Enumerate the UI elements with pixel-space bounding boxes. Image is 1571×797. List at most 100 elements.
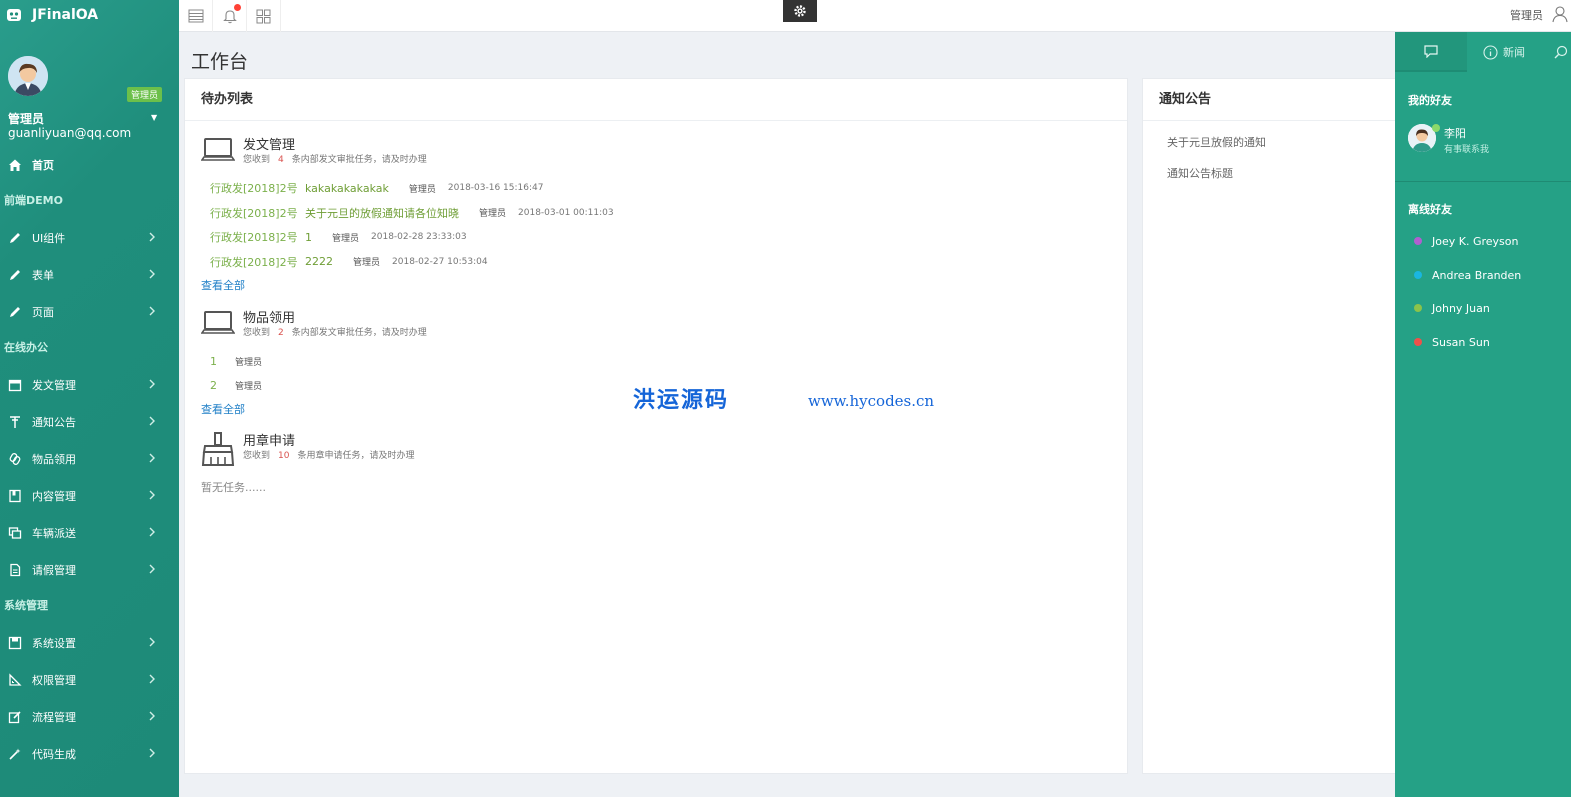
task-row[interactable]: 行政发[2018]2号 关于元旦的放假通知请各位知晓 管理员 2018-03-01 0… [201, 201, 614, 226]
chevron-right-icon [149, 490, 155, 500]
task-user: 管理员 [235, 382, 263, 393]
view-all-link[interactable]: 查看全部 [201, 277, 245, 293]
task-user: 管理员 [408, 184, 436, 195]
antenna-icon [10, 415, 20, 428]
nav-home[interactable]: 首页 [0, 146, 179, 183]
wand-icon [9, 748, 21, 760]
tab-news[interactable]: 新闻 [1483, 32, 1525, 72]
info-icon [1483, 44, 1498, 60]
chevron-right-icon [149, 416, 155, 426]
group-title[interactable]: 物品领用 [243, 307, 295, 326]
offline-friend-item[interactable]: Susan Sun [1414, 335, 1490, 349]
doc-number[interactable]: 行政发[2018]2号 [201, 180, 305, 196]
file-icon [10, 563, 21, 576]
chevron-right-icon [149, 379, 155, 389]
offline-friend-item[interactable]: Andrea Branden [1414, 268, 1521, 282]
nav-dispatch[interactable]: 发文管理 [0, 366, 179, 403]
nav-section-system: 系统管理 [4, 599, 48, 612]
brand[interactable]: JFinalOA [0, 0, 179, 30]
friend-name: Johny Juan [1432, 301, 1490, 315]
tab-search[interactable] [1553, 32, 1569, 72]
view-all-link[interactable]: 查看全部 [201, 401, 245, 417]
nav-vehicles[interactable]: 车辆派送 [0, 514, 179, 551]
calendar-icon [8, 379, 22, 391]
nav-section-office: 在线办公 [4, 341, 48, 354]
chat-sidebar: 新闻 我的好友 李阳 有事联系我 离线好友 Joey K. Greyson An… [1395, 32, 1571, 797]
nav-label: 代码生成 [32, 747, 76, 761]
nav-permissions[interactable]: 权限管理 [0, 661, 179, 698]
nav-label: UI组件 [32, 231, 66, 245]
user-name[interactable]: 管理员 [8, 110, 44, 127]
status-dot [1414, 271, 1422, 279]
group-title[interactable]: 用章申请 [243, 430, 295, 449]
doc-number[interactable]: 2 [201, 379, 235, 392]
todo-panel: 待办列表 发文管理 您收到 4 条内部发文审批任务，请及时办理 行政发[2018]2… [184, 78, 1128, 774]
group-title[interactable]: 发文管理 [243, 134, 295, 153]
doc-number[interactable]: 1 [201, 355, 235, 368]
chevron-right-icon [149, 748, 155, 758]
app-title: JFinalOA [32, 7, 99, 23]
sub-prefix: 您收到 [243, 328, 271, 338]
apps-button[interactable] [247, 0, 281, 32]
nav-forms[interactable]: 表单 [0, 256, 179, 293]
task-row[interactable]: 1 管理员 [201, 349, 274, 374]
settings-button[interactable] [783, 0, 817, 22]
task-user: 管理员 [353, 258, 381, 269]
nav-supplies[interactable]: 物品领用 [0, 440, 179, 477]
status-dot [1414, 304, 1422, 312]
user-email: guanliyuan@qq.com [8, 126, 132, 140]
doc-number[interactable]: 行政发[2018]2号 [201, 229, 305, 245]
edit-icon [8, 710, 21, 723]
task-row[interactable]: 行政发[2018]2号 2222 管理员 2018-02-27 10:53:04 [201, 250, 614, 275]
nav-leave[interactable]: 请假管理 [0, 551, 179, 588]
task-subject[interactable]: 2222 [305, 255, 333, 268]
nav-notices[interactable]: 通知公告 [0, 403, 179, 440]
doc-number[interactable]: 行政发[2018]2号 [201, 254, 305, 270]
notice-panel-title: 通知公告 [1143, 79, 1395, 121]
chat-icon [1424, 45, 1438, 58]
laptop-icon [201, 311, 235, 334]
offline-friend-item[interactable]: Joey K. Greyson [1414, 234, 1518, 248]
nav-label: 通知公告 [32, 415, 76, 429]
task-row[interactable]: 2 管理员 [201, 374, 274, 399]
caret-down-icon[interactable]: ▼ [151, 113, 157, 122]
nav-codegen[interactable]: 代码生成 [0, 735, 179, 772]
nav-label: 表单 [32, 268, 54, 282]
notice-item[interactable]: 通知公告标题 [1143, 158, 1395, 189]
friend-item[interactable]: 李阳 有事联系我 [1408, 124, 1568, 160]
avatar[interactable] [8, 56, 48, 96]
sub-prefix: 您收到 [243, 451, 271, 461]
bars-icon [188, 9, 203, 23]
tab-chat[interactable] [1395, 32, 1467, 72]
task-row[interactable]: 行政发[2018]2号 1 管理员 2018-02-28 23:33:03 [201, 225, 614, 250]
user-profile: 管理员 管理员 ▼ guanliyuan@qq.com [0, 30, 179, 146]
todo-panel-title: 待办列表 [185, 79, 1127, 121]
notice-item[interactable]: 关于元旦放假的通知 [1143, 127, 1395, 158]
task-time: 2018-03-01 00:11:03 [518, 207, 614, 218]
notifications-button[interactable] [213, 0, 247, 32]
nav-pages[interactable]: 页面 [0, 293, 179, 330]
top-user-name[interactable]: 管理员 [1510, 7, 1543, 23]
ruler-icon [9, 672, 22, 686]
task-subject[interactable]: 关于元旦的放假通知请各位知晓 [305, 205, 459, 221]
chevron-right-icon [149, 674, 155, 684]
nav-ui-components[interactable]: UI组件 [0, 219, 179, 256]
nav-settings[interactable]: 系统设置 [0, 624, 179, 661]
sub-suffix: 条内部发文审批任务，请及时办理 [291, 328, 427, 338]
top-bar [179, 0, 1571, 32]
offline-friend-item[interactable]: Johny Juan [1414, 301, 1490, 315]
task-row[interactable]: 行政发[2018]2号 kakakakakakak 管理员 2018-03-16 15… [201, 176, 614, 201]
task-subject[interactable]: 1 [305, 231, 312, 244]
chevron-right-icon [149, 306, 155, 316]
task-list: 行政发[2018]2号 kakakakakakak 管理员 2018-03-16 15… [201, 176, 614, 274]
nav-content[interactable]: 内容管理 [0, 477, 179, 514]
chevron-right-icon [149, 232, 155, 242]
task-subject[interactable]: kakakakakakak [305, 182, 389, 195]
doc-number[interactable]: 行政发[2018]2号 [201, 205, 305, 221]
toggle-sidebar-button[interactable] [179, 0, 213, 32]
user-icon[interactable] [1551, 5, 1569, 23]
chevron-right-icon [149, 269, 155, 279]
status-dot [1414, 237, 1422, 245]
group-subtitle: 您收到 10 条用章申请任务，请及时办理 [243, 448, 414, 461]
nav-workflow[interactable]: 流程管理 [0, 698, 179, 735]
